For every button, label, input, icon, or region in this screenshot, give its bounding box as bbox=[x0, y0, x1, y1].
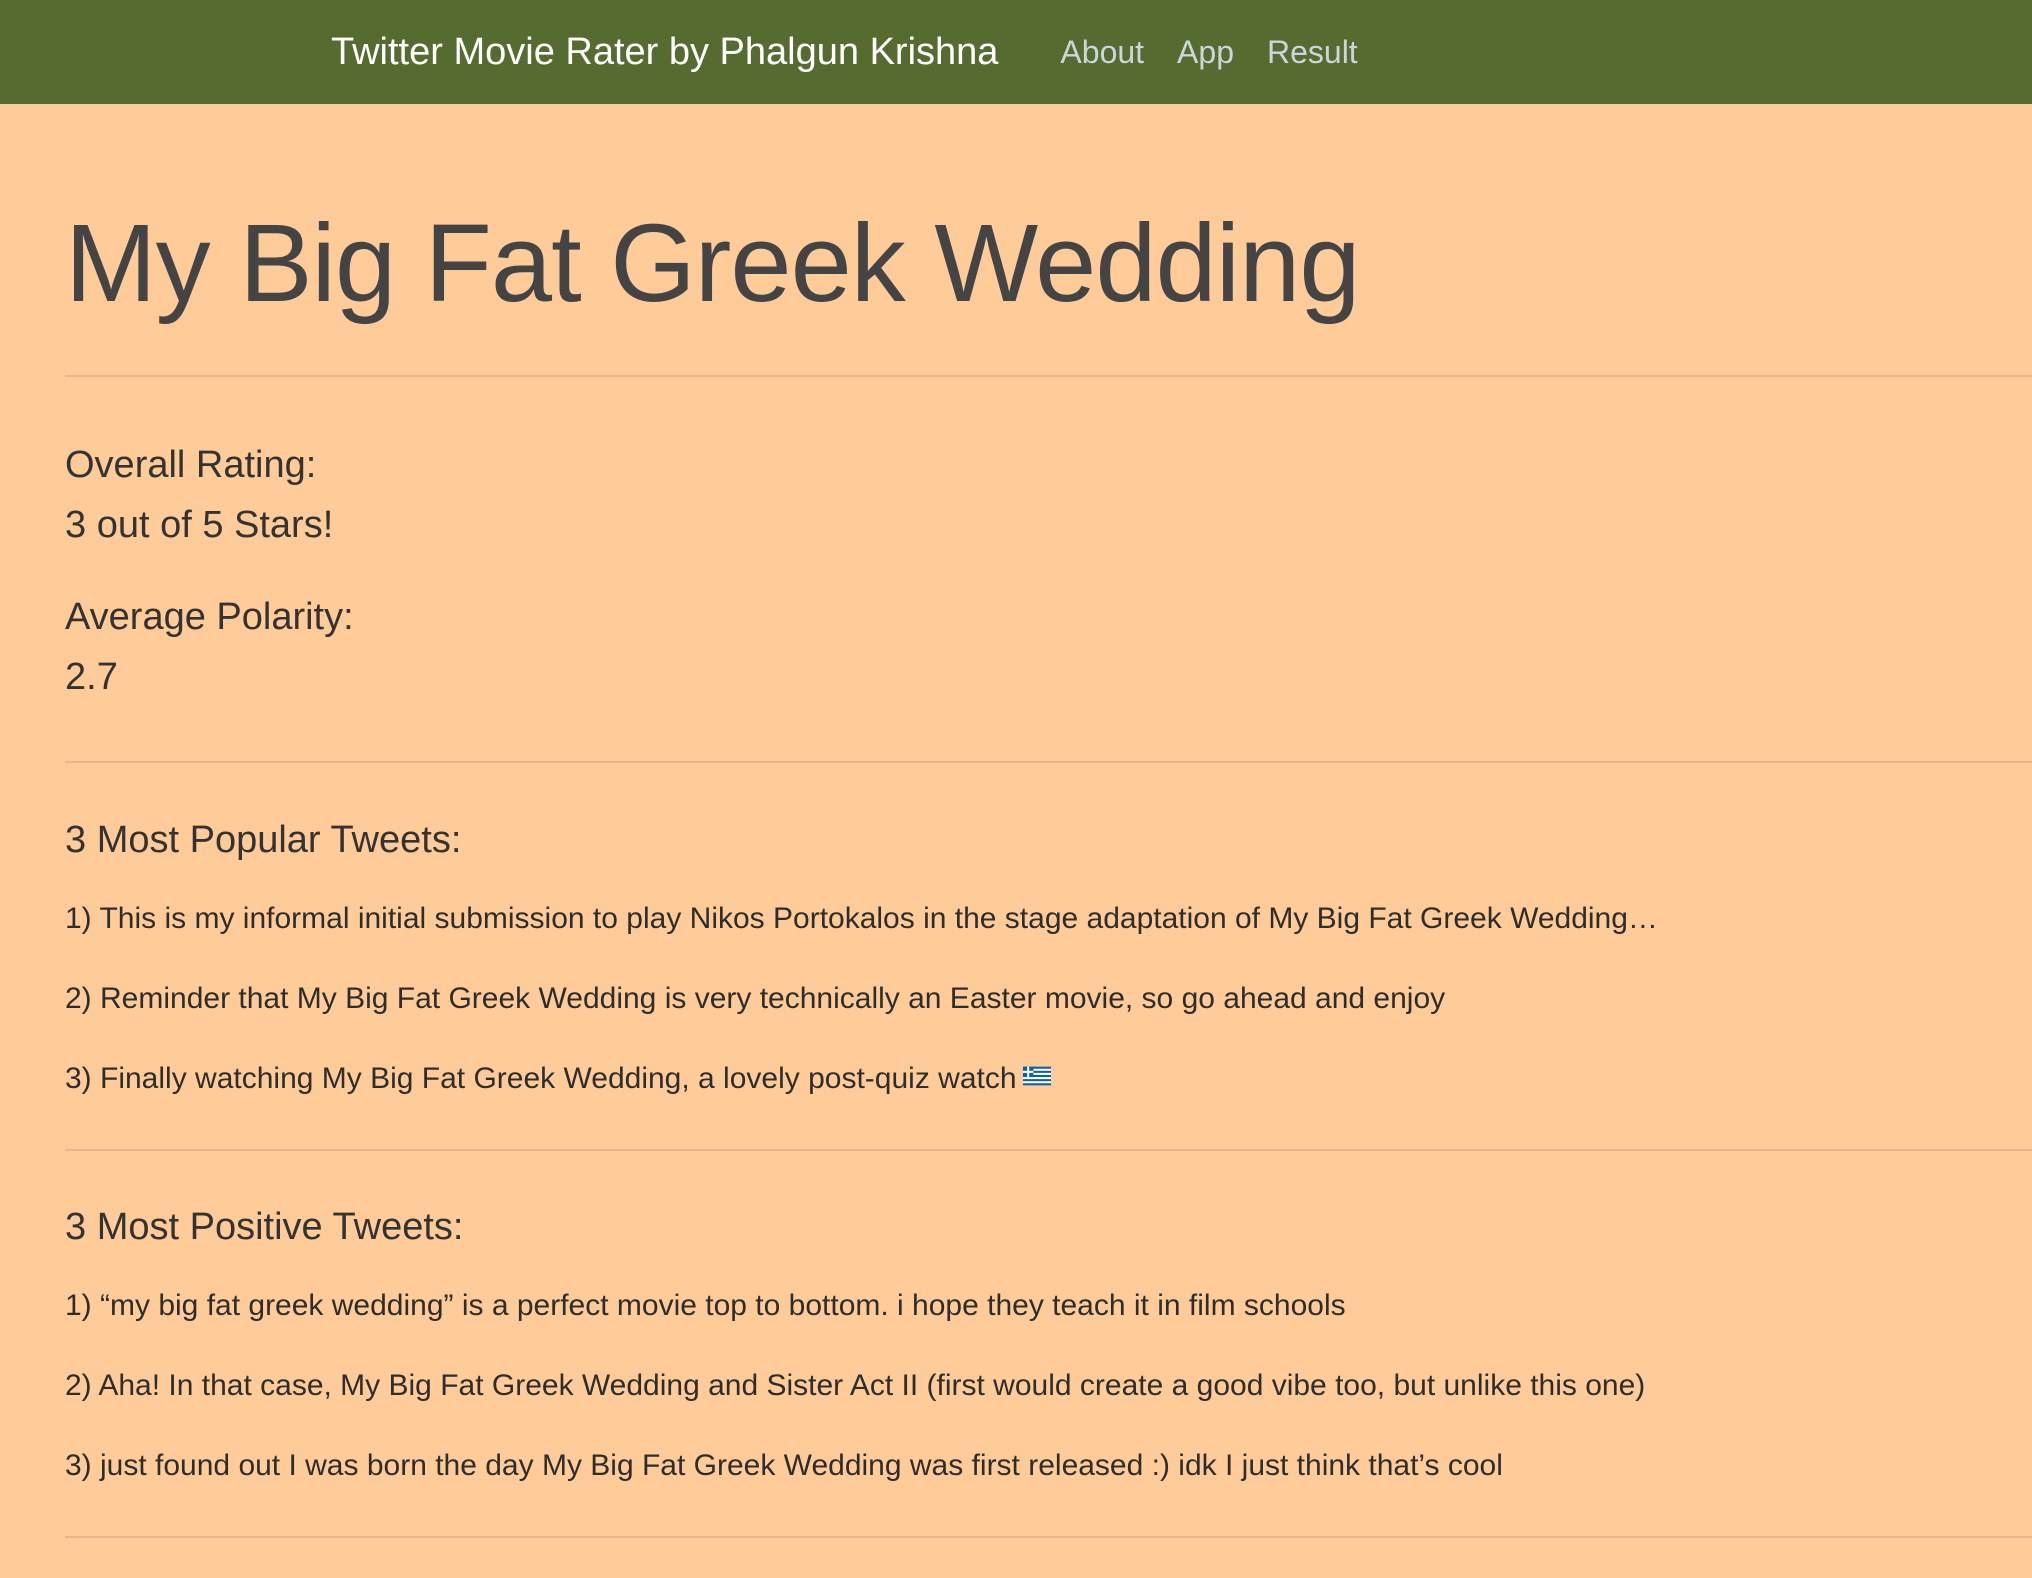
popular-tweet-2: 2) Reminder that My Big Fat Greek Weddin… bbox=[65, 981, 1446, 1015]
positive-tweet-2: 2) Aha! In that case, My Big Fat Greek W… bbox=[65, 1368, 1646, 1402]
average-polarity-label: Average Polarity: bbox=[65, 595, 354, 638]
overall-rating-label: Overall Rating: bbox=[65, 443, 317, 486]
nav-link-result[interactable]: Result bbox=[1267, 34, 1358, 71]
nav-link-app[interactable]: App bbox=[1177, 34, 1234, 71]
popular-tweet-3-text: 3) Finally watching My Big Fat Greek Wed… bbox=[65, 1061, 1017, 1095]
average-polarity-value: 2.7 bbox=[65, 655, 118, 698]
page-title: My Big Fat Greek Wedding bbox=[65, 202, 1361, 325]
positive-tweets-heading: 3 Most Positive Tweets: bbox=[65, 1205, 464, 1248]
overall-rating-value: 3 out of 5 Stars! bbox=[65, 503, 334, 546]
main-content: My Big Fat Greek Wedding Overall Rating:… bbox=[0, 104, 2032, 1538]
popular-tweet-1: 1) This is my informal initial submissio… bbox=[65, 901, 1658, 935]
divider bbox=[65, 760, 2032, 763]
brand-link[interactable]: Twitter Movie Rater by Phalgun Krishna bbox=[331, 31, 998, 74]
popular-tweets-heading: 3 Most Popular Tweets: bbox=[65, 818, 462, 861]
positive-tweet-1: 1) “my big fat greek wedding” is a perfe… bbox=[65, 1288, 1346, 1322]
nav-link-about[interactable]: About bbox=[1060, 34, 1144, 71]
positive-tweet-3: 3) just found out I was born the day My … bbox=[65, 1448, 1503, 1482]
divider bbox=[65, 1535, 2032, 1538]
greek-flag-icon bbox=[1022, 1066, 1051, 1085]
divider bbox=[65, 1148, 2032, 1151]
popular-tweet-3: 3) Finally watching My Big Fat Greek Wed… bbox=[65, 1059, 2032, 1099]
top-navbar: Twitter Movie Rater by Phalgun Krishna A… bbox=[0, 0, 2032, 104]
